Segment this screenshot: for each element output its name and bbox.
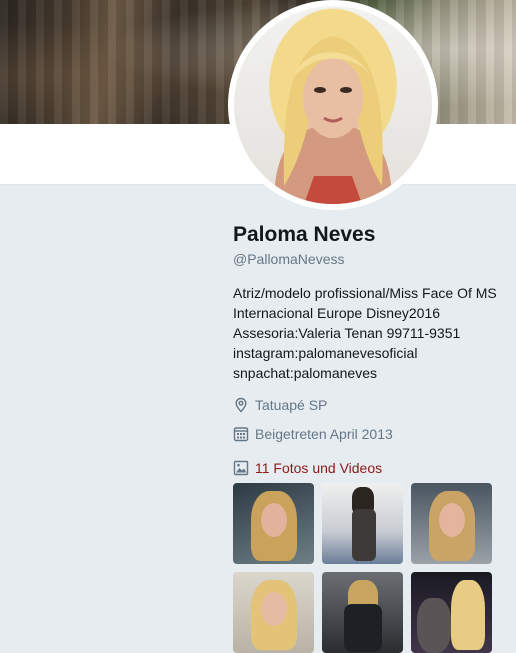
avatar[interactable] <box>234 6 432 204</box>
location-pin-icon <box>235 397 247 413</box>
media-thumbnail[interactable] <box>233 572 314 653</box>
media-link[interactable]: 11 Fotos und Videos <box>233 458 508 478</box>
media-thumbnail-grid <box>233 483 493 653</box>
avatar-portrait <box>274 36 392 204</box>
profile-meta: Tatuapé SP Beigetreten April 2013 <box>233 395 508 444</box>
media-thumbnail[interactable] <box>322 572 403 653</box>
bio-line: Assesoria:Valeria Tenan 99711-9351 <box>233 325 461 341</box>
image-icon <box>233 460 249 476</box>
profile-card: Paloma Neves @PallomaNevess Atriz/modelo… <box>233 222 508 478</box>
location-label: Tatuapé SP <box>255 397 328 413</box>
bio-line: instagram:palomanevesoficial <box>233 345 418 361</box>
profile-name[interactable]: Paloma Neves <box>233 222 508 248</box>
profile-location: Tatuapé SP <box>233 395 508 415</box>
media-link-label[interactable]: 11 Fotos und Videos <box>255 460 382 476</box>
media-thumbnail[interactable] <box>411 572 492 653</box>
media-thumbnail[interactable] <box>322 483 403 564</box>
profile-bio: Atriz/modelo profissional/Miss Face Of M… <box>233 283 508 383</box>
joined-label: Beigetreten April 2013 <box>255 426 393 442</box>
profile-joined: Beigetreten April 2013 <box>233 424 508 444</box>
bio-line: Atriz/modelo profissional/Miss Face Of M… <box>233 285 497 301</box>
avatar-frame <box>228 0 438 210</box>
calendar-icon <box>233 427 249 442</box>
profile-handle[interactable]: @PallomaNevess <box>233 249 508 269</box>
bio-line: snpachat:palomaneves <box>233 365 377 381</box>
bio-line: Internacional Europe Disney2016 <box>233 305 441 321</box>
media-thumbnail[interactable] <box>411 483 492 564</box>
media-thumbnail[interactable] <box>233 483 314 564</box>
